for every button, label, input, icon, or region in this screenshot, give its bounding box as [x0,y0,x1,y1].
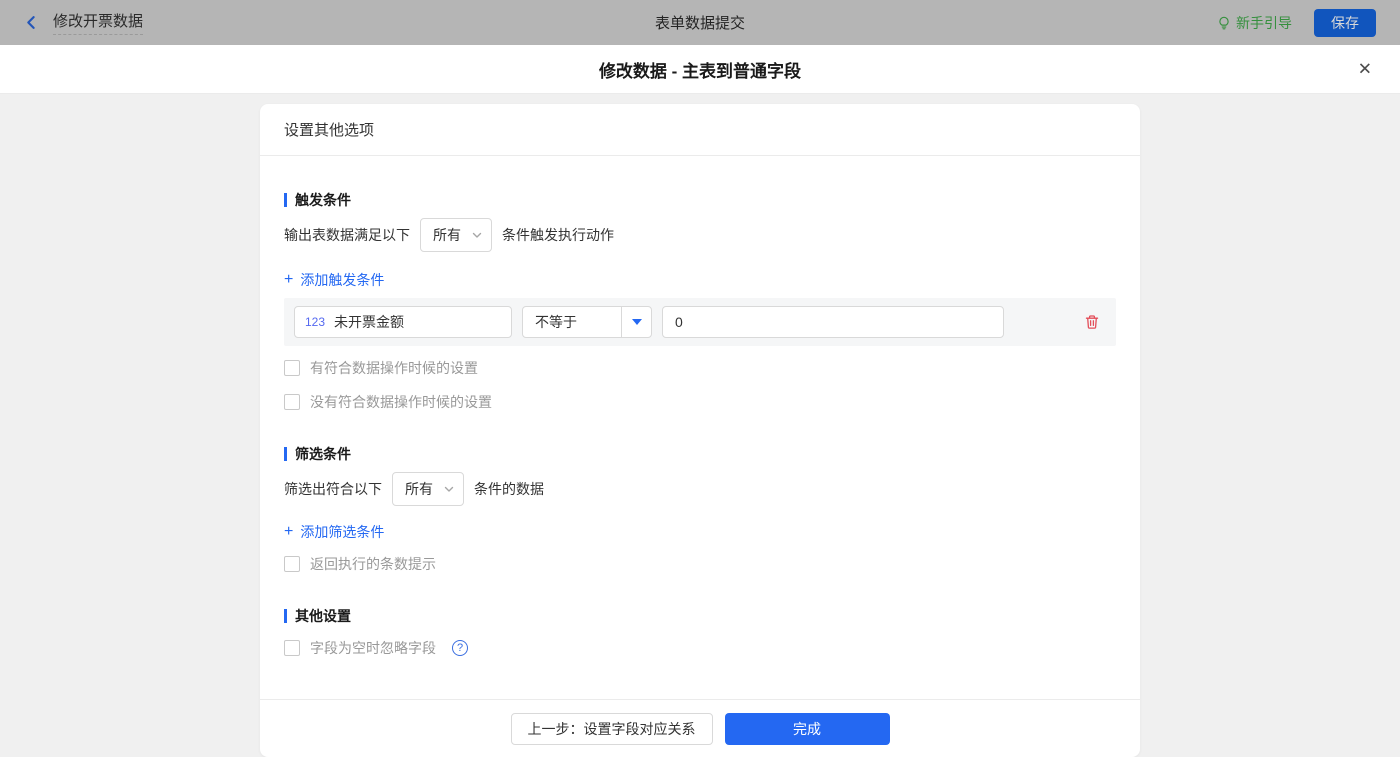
checkbox-row-no-matching-data: 没有符合数据操作时候的设置 [284,392,1116,412]
flow-name[interactable]: 修改开票数据 [53,10,144,35]
add-filter-condition-label: 添加筛选条件 [300,524,385,540]
section-accent-bar [284,609,287,623]
section-filter-label: 筛选条件 [295,446,351,462]
trigger-match-select[interactable]: 所有 [420,218,492,252]
section-other-label: 其他设置 [295,608,351,624]
section-accent-bar [284,193,287,207]
previous-step-button[interactable]: 上一步：设置字段对应关系 [510,712,713,745]
section-other-settings: 其他设置 [284,606,1116,626]
operator-dropdown-button[interactable] [621,307,651,337]
condition-value-input[interactable] [662,306,1004,338]
back-button[interactable] [24,15,39,30]
modal-title: 修改数据 - 主表到普通字段 [598,61,802,81]
checkbox-ignore-empty-field[interactable] [284,640,300,656]
done-button[interactable]: 完成 [724,712,890,745]
card-body: 触发条件 输出表数据满足以下 所有 条件触发执行动作 + 添加触发条件 123 … [260,156,1140,699]
number-field-type-icon: 123 [305,315,326,329]
beginner-guide-label: 新手引导 [1236,14,1292,31]
modal-body: 设置其他选项 触发条件 输出表数据满足以下 所有 条件触发执行动作 + 添加触发… [0,94,1400,757]
checkbox-row-has-matching-data: 有符合数据操作时候的设置 [284,358,1116,378]
section-trigger-label: 触发条件 [295,192,351,208]
dropdown-arrow-icon [631,319,642,325]
beginner-guide-link[interactable]: 新手引导 [1217,13,1292,33]
trigger-match-value: 所有 [433,227,461,243]
filter-rule-sentence: 筛选出符合以下 所有 条件的数据 [284,472,1116,506]
checkbox-label: 有符合数据操作时候的设置 [310,360,478,376]
section-filter-conditions: 筛选条件 [284,444,1116,464]
checkbox-has-matching-data[interactable] [284,360,300,376]
trigger-rule-sentence: 输出表数据满足以下 所有 条件触发执行动作 [284,218,1116,252]
checkbox-return-count-hint[interactable] [284,556,300,572]
card-title: 设置其他选项 [260,104,1140,156]
page-title: 表单数据提交 [654,15,745,32]
filter-match-value: 所有 [405,481,433,497]
checkbox-no-matching-data[interactable] [284,394,300,410]
filter-sentence-prefix: 筛选出符合以下 [284,481,382,497]
add-filter-condition-link[interactable]: + 添加筛选条件 [284,522,384,542]
modal-header: 修改数据 - 主表到普通字段 ✕ [0,45,1400,94]
help-question-icon[interactable]: ? [452,640,468,656]
add-trigger-condition-label: 添加触发条件 [300,272,385,288]
checkbox-row-ignore-empty-field: 字段为空时忽略字段 ? [284,638,1116,658]
delete-condition-button[interactable] [1084,314,1100,330]
settings-card: 设置其他选项 触发条件 输出表数据满足以下 所有 条件触发执行动作 + 添加触发… [260,104,1140,757]
trigger-sentence-suffix: 条件触发执行动作 [502,227,614,243]
filter-match-select[interactable]: 所有 [392,472,464,506]
close-icon[interactable]: ✕ [1358,61,1372,78]
top-bar: 修改开票数据 表单数据提交 新手引导 保存 [0,0,1400,45]
trash-icon [1085,315,1099,329]
trigger-condition-row: 123 未开票金额 不等于 [284,298,1116,346]
save-button[interactable]: 保存 [1314,8,1376,37]
chevron-down-icon [444,486,454,492]
add-trigger-condition-link[interactable]: + 添加触发条件 [284,270,384,290]
checkbox-label: 返回执行的条数提示 [310,556,436,572]
checkbox-label: 字段为空时忽略字段 [310,640,436,656]
section-accent-bar [284,447,287,461]
condition-field-name: 未开票金额 [334,314,405,330]
condition-operator-value: 不等于 [535,314,577,330]
section-trigger-conditions: 触发条件 [284,190,1116,210]
filter-sentence-suffix: 条件的数据 [474,481,544,497]
lightbulb-icon [1219,16,1229,30]
checkbox-row-return-count-hint: 返回执行的条数提示 [284,554,1116,574]
chevron-down-icon [472,232,482,238]
checkbox-label: 没有符合数据操作时候的设置 [310,394,492,410]
trigger-sentence-prefix: 输出表数据满足以下 [284,227,410,243]
condition-operator-select[interactable]: 不等于 [522,306,652,338]
plus-icon: + [284,523,294,540]
condition-field-select[interactable]: 123 未开票金额 [294,306,512,338]
card-footer: 上一步：设置字段对应关系 完成 [260,699,1140,757]
plus-icon: + [284,271,294,288]
topbar-left: 修改开票数据 [24,10,144,35]
chevron-left-icon [27,16,35,29]
topbar-right: 新手引导 保存 [1217,8,1376,37]
